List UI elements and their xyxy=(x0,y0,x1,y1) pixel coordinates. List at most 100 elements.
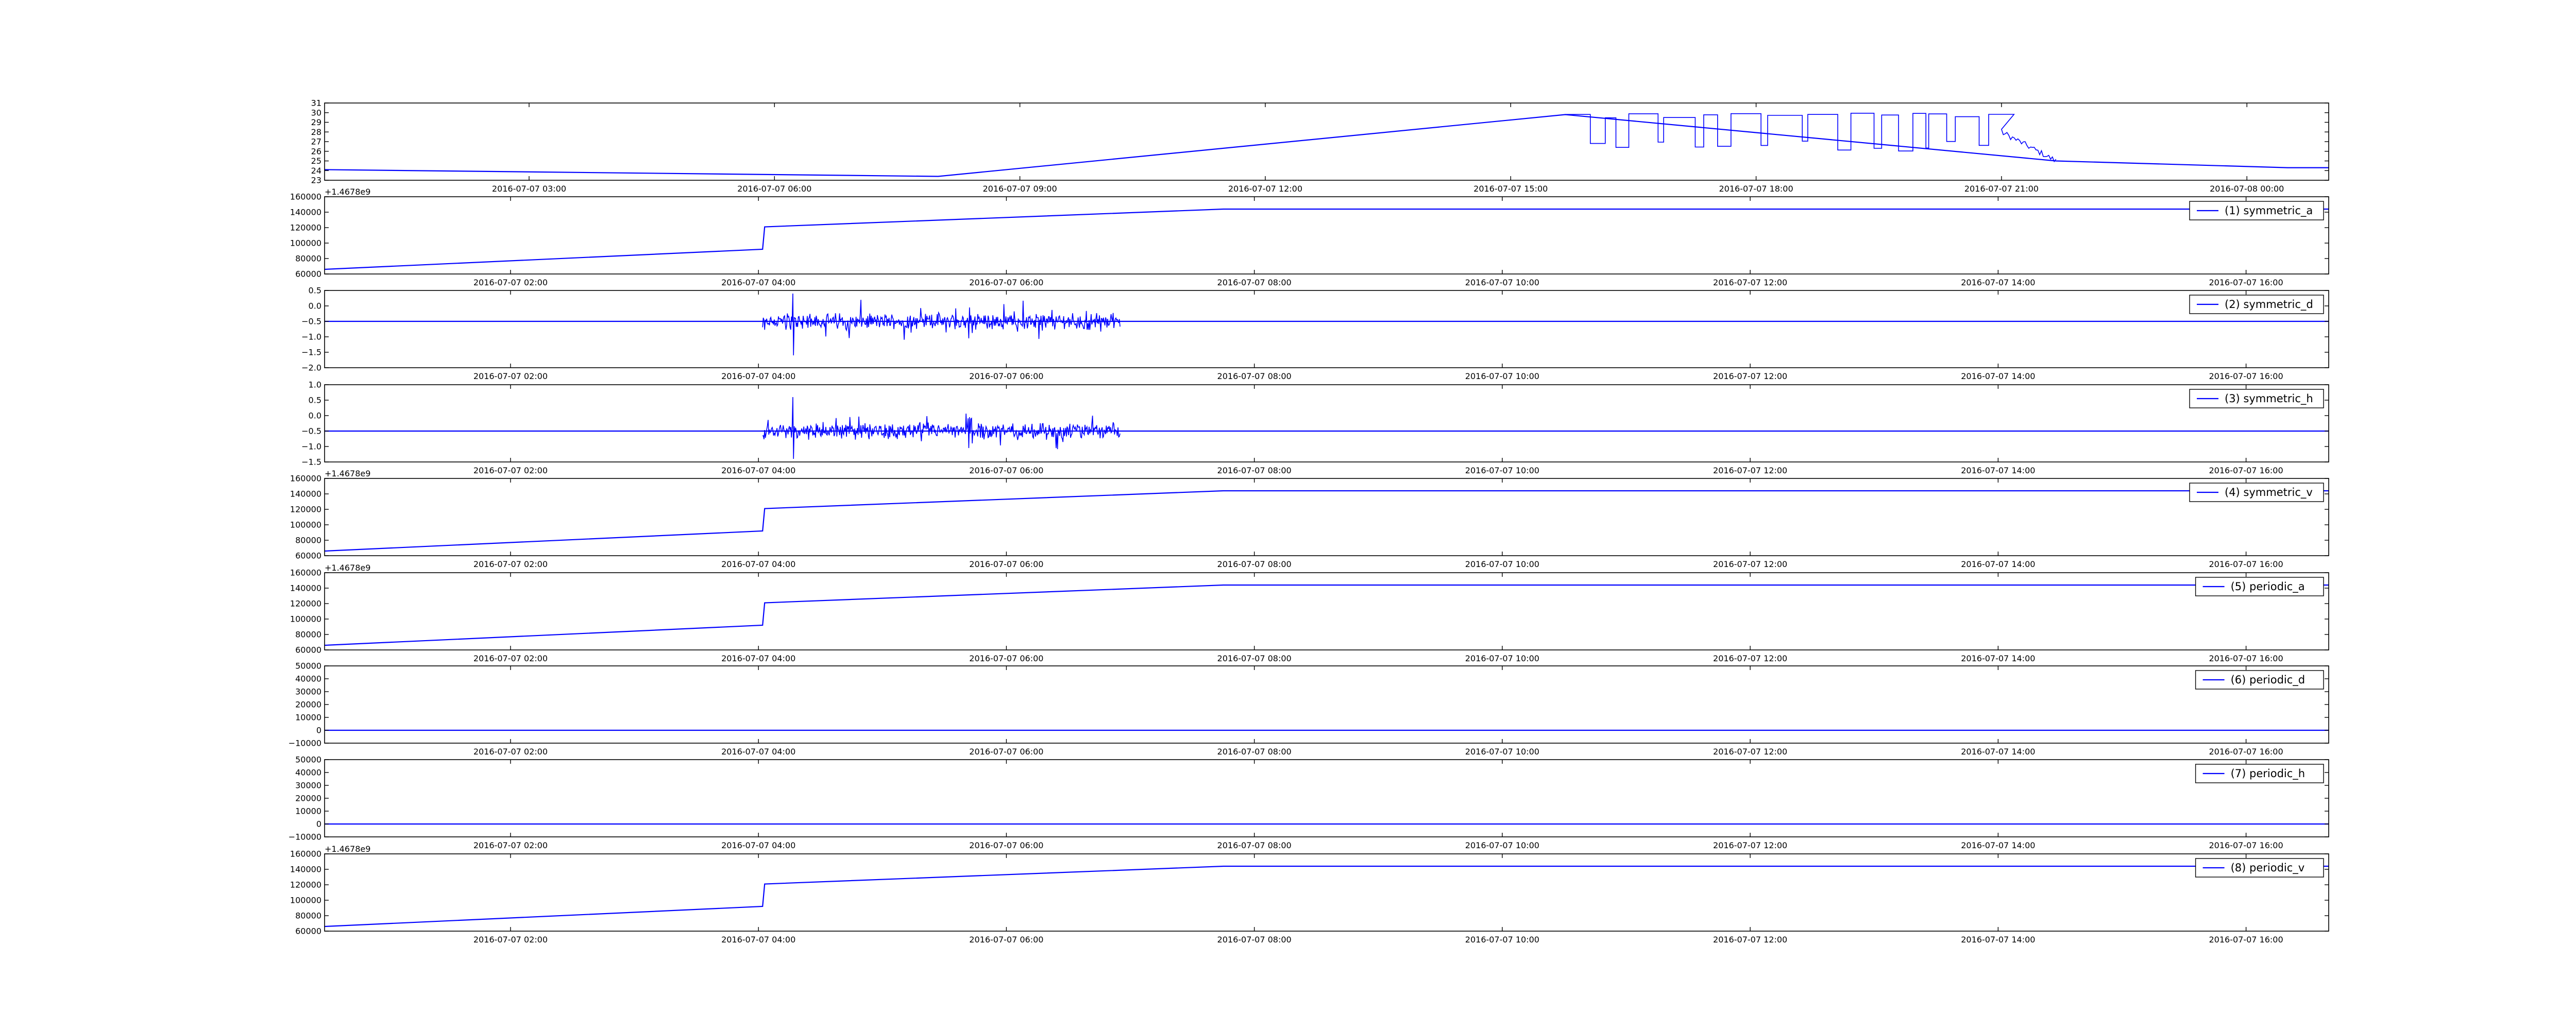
x-tick-label: 2016-07-07 08:00 xyxy=(1217,840,1292,850)
x-tick-label: 2016-07-07 12:00 xyxy=(1713,747,1787,757)
subplot-9: 60000 80000 100000 120000 140000 160000 2016-0… xyxy=(290,844,2329,945)
x-tick-label: 2016-07-07 10:00 xyxy=(1465,840,1539,850)
x-tick-label: 2016-07-07 04:00 xyxy=(721,840,795,850)
x-tick-label: 2016-07-07 06:00 xyxy=(969,559,1043,569)
x-tick-label: 2016-07-07 10:00 xyxy=(1465,278,1539,287)
subplot-2: 60000 80000 100000 120000 140000 160000 2016-0… xyxy=(290,187,2329,287)
y-tick-label: 160000 xyxy=(290,568,321,578)
y-tick-label: 30 xyxy=(311,108,321,117)
series-group xyxy=(325,584,2329,646)
legend-label: (1) symmetric_a xyxy=(2225,204,2313,217)
y-tick-label: 120000 xyxy=(290,223,321,233)
offset-text: +1.4678e9 xyxy=(325,469,370,478)
x-tick-label: 2016-07-07 14:00 xyxy=(1961,747,2035,757)
x-tick-label: 2016-07-07 04:00 xyxy=(721,747,795,757)
subplot-6: 60000 80000 100000 120000 140000 160000 2016-0… xyxy=(290,563,2329,663)
y-tick-label: 140000 xyxy=(290,489,321,499)
y-tick-label: 0 xyxy=(316,726,321,735)
y-tick-label: 60000 xyxy=(295,926,321,936)
subplot-4: −1.5 −1.0 −0.5 0.0 0.5 1.0 2016-07-07 02:00 201… xyxy=(301,380,2329,475)
y-tick-label: 20000 xyxy=(295,794,321,803)
x-tick-label: 2016-07-07 14:00 xyxy=(1961,278,2035,287)
y-tick-label: 80000 xyxy=(295,911,321,921)
x-tick-label: 2016-07-07 14:00 xyxy=(1961,371,2035,381)
x-tick-label: 2016-07-07 06:00 xyxy=(737,184,811,194)
y-tick-label: 140000 xyxy=(290,583,321,593)
y-tick-label: 0.5 xyxy=(309,396,321,405)
y-tick-label: 160000 xyxy=(290,474,321,484)
x-tick-label: 2016-07-07 08:00 xyxy=(1217,466,1292,475)
series-line xyxy=(325,114,2329,177)
y-tick-label: 80000 xyxy=(295,254,321,264)
figure: 232425262728293031 2016-07-07 03:00 2016-0… xyxy=(289,98,2329,945)
legend-label: (5) periodic_a xyxy=(2231,580,2305,593)
y-tick-label: −1.0 xyxy=(301,332,321,342)
x-tick-label: 2016-07-07 06:00 xyxy=(969,840,1043,850)
y-tick-label: 0.5 xyxy=(309,286,321,296)
x-tick-label: 2016-07-07 16:00 xyxy=(2209,747,2283,757)
x-tick-label: 2016-07-07 02:00 xyxy=(473,654,548,663)
legend: (4) symmetric_v xyxy=(2189,483,2324,502)
noise-burst xyxy=(762,293,1121,356)
offset-text: +1.4678e9 xyxy=(325,844,370,854)
y-tick-label: 120000 xyxy=(290,880,321,890)
y-tick-label: 100000 xyxy=(290,520,321,530)
x-tick-label: 2016-07-07 10:00 xyxy=(1465,935,1539,945)
y-tick-label: −1.5 xyxy=(301,348,321,357)
x-tick-label: 2016-07-07 04:00 xyxy=(721,559,795,569)
y-tick-label: −10000 xyxy=(289,832,321,842)
axes-frame xyxy=(324,665,2329,744)
x-tick-label: 2016-07-07 06:00 xyxy=(969,278,1043,287)
series-group xyxy=(325,208,2329,270)
axes-frame xyxy=(324,384,2329,462)
y-tick-label: 0.0 xyxy=(309,411,321,421)
legend-label: (4) symmetric_v xyxy=(2225,486,2313,499)
y-tick-label: 60000 xyxy=(295,551,321,561)
legend-label: (6) periodic_d xyxy=(2231,674,2306,686)
x-tick-label: 2016-07-07 02:00 xyxy=(473,278,548,287)
legend: (1) symmetric_a xyxy=(2189,201,2324,220)
y-tick-label: 28 xyxy=(311,127,321,137)
y-tick-label: 80000 xyxy=(295,630,321,640)
y-tick-label: 20000 xyxy=(295,700,321,710)
y-tick-label: 60000 xyxy=(295,269,321,279)
axes-frame xyxy=(324,478,2329,556)
series-group xyxy=(325,113,2329,177)
x-tick-label: 2016-07-07 16:00 xyxy=(2209,559,2283,569)
legend-label: (8) periodic_v xyxy=(2231,862,2305,874)
y-tick-label: 26 xyxy=(311,146,321,156)
x-tick-label: 2016-07-07 04:00 xyxy=(721,935,795,945)
axes-frame xyxy=(324,290,2329,368)
y-tick-label: 40000 xyxy=(295,674,321,684)
axes-frame xyxy=(324,759,2329,837)
y-tick-label: 1.0 xyxy=(309,380,321,390)
x-tick-label: 2016-07-07 08:00 xyxy=(1217,747,1292,757)
y-tick-label: 160000 xyxy=(290,849,321,859)
y-tick-label: 120000 xyxy=(290,599,321,609)
legend-label: (3) symmetric_h xyxy=(2225,392,2313,405)
y-tick-label: 31 xyxy=(311,98,321,108)
x-tick-label: 2016-07-07 02:00 xyxy=(473,840,548,850)
x-tick-label: 2016-07-07 12:00 xyxy=(1713,278,1787,287)
y-tick-label: 60000 xyxy=(295,645,321,655)
x-tick-label: 2016-07-08 00:00 xyxy=(2210,184,2284,194)
y-tick-label: 25 xyxy=(311,156,321,166)
x-tick-label: 2016-07-07 06:00 xyxy=(969,747,1043,757)
x-tick-label: 2016-07-07 14:00 xyxy=(1961,935,2035,945)
x-tick-label: 2016-07-07 08:00 xyxy=(1217,278,1292,287)
x-tick-label: 2016-07-07 03:00 xyxy=(492,184,566,194)
x-tick-label: 2016-07-07 12:00 xyxy=(1713,466,1787,475)
y-tick-label: 23 xyxy=(311,176,321,185)
x-tick-label: 2016-07-07 12:00 xyxy=(1713,935,1787,945)
x-tick-label: 2016-07-07 02:00 xyxy=(473,747,548,757)
x-tick-label: 2016-07-07 06:00 xyxy=(969,466,1043,475)
y-tick-label: 0.0 xyxy=(309,301,321,311)
x-tick-label: 2016-07-07 16:00 xyxy=(2209,935,2283,945)
legend-label: (7) periodic_h xyxy=(2231,767,2306,780)
legend: (5) periodic_a xyxy=(2195,577,2324,596)
legend-label: (2) symmetric_d xyxy=(2225,298,2313,311)
y-tick-label: 30000 xyxy=(295,687,321,697)
x-tick-label: 2016-07-07 08:00 xyxy=(1217,559,1292,569)
subplot-7: −10000 0 10000 20000 30000 40000 50000 2016-07-… xyxy=(289,661,2329,757)
x-tick-label: 2016-07-07 02:00 xyxy=(473,559,548,569)
